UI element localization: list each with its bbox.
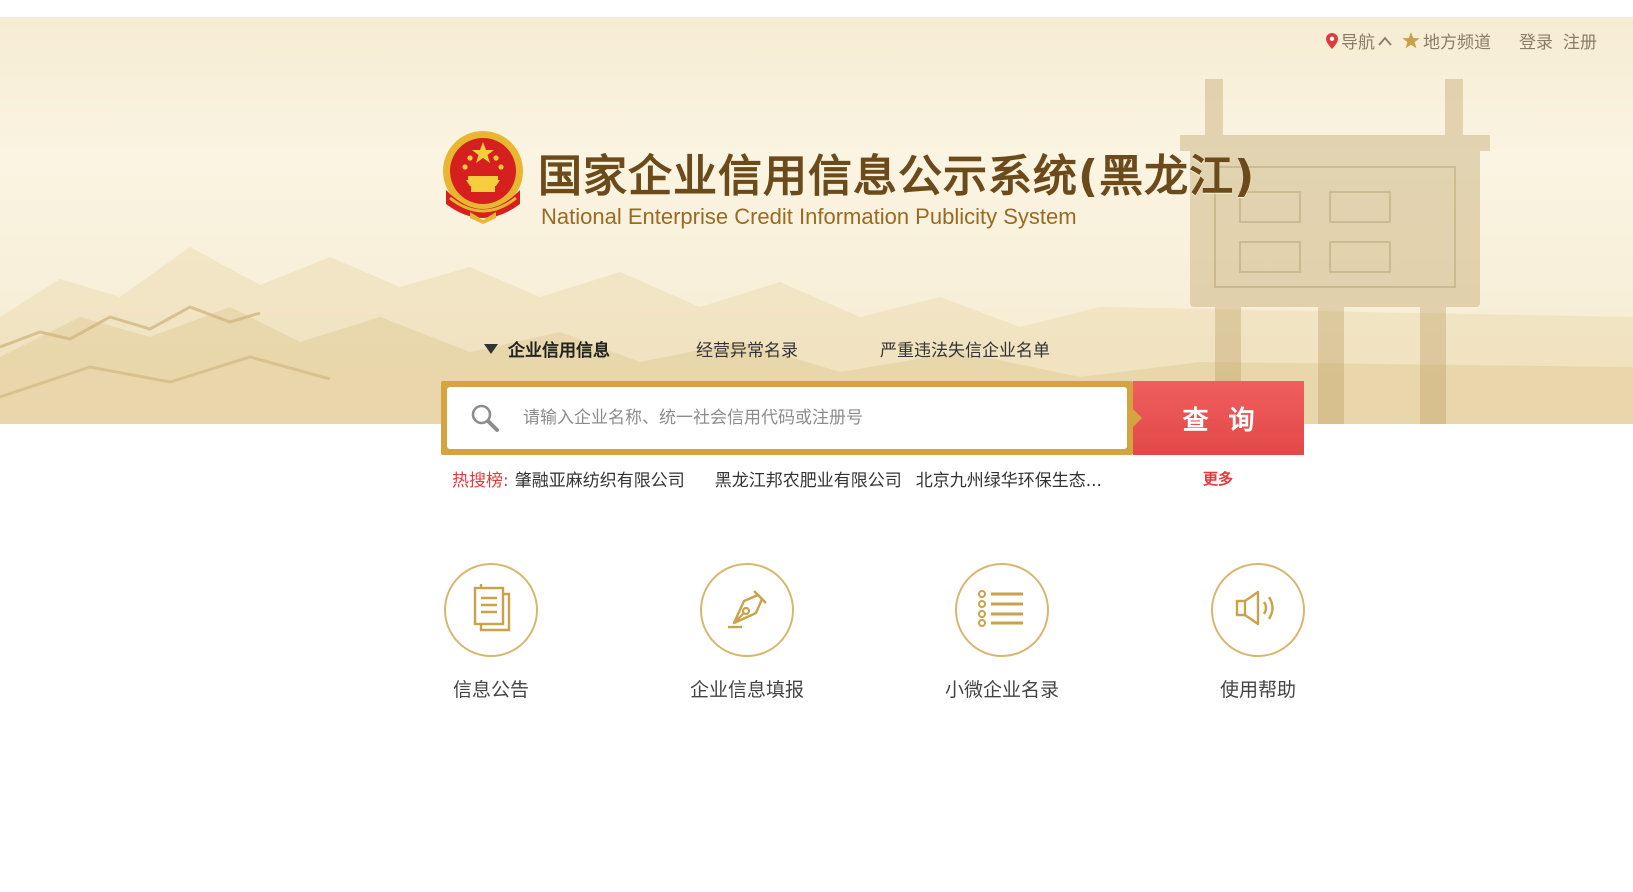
search-button[interactable]: 查询 — [1133, 381, 1304, 455]
hot-search-link[interactable]: 肇融亚麻纺织有限公司 — [515, 466, 685, 491]
feature-label: 信息公告 — [452, 679, 529, 701]
hot-searches-label: 热搜榜: — [452, 471, 509, 491]
page-title: 国家企业信用信息公示系统(黑龙江) — [538, 151, 1256, 202]
speaker-icon — [1234, 588, 1282, 632]
local-channel-link[interactable]: 地方频道 — [1402, 28, 1491, 53]
tab-serious-violation-list[interactable]: 严重违法失信企业名单 — [880, 336, 1050, 361]
search-tabs: 企业信用信息 经营异常名录 严重违法失信企业名单 — [484, 336, 1050, 361]
search-icon — [467, 400, 503, 436]
tab-enterprise-credit-info[interactable]: 企业信用信息 — [484, 336, 610, 361]
location-pin-icon — [1326, 32, 1338, 49]
search-bar: 查询 — [441, 381, 1304, 455]
top-bar: 导航 地方频道 登录 注册 — [1326, 28, 1597, 53]
document-icon — [469, 584, 513, 636]
page: 导航 地方频道 登录 注册 国家企业信用信息公示系统(黑龙江) National… — [0, 0, 1633, 892]
more-hot-searches-link[interactable]: 更多 — [1203, 468, 1233, 489]
feature-circle — [1211, 563, 1305, 657]
hot-searches: 热搜榜: 肇融亚麻纺织有限公司 黑龙江邦农肥业有限公司 北京九州绿华环保生态..… — [452, 466, 1102, 491]
feature-circle — [955, 563, 1049, 657]
star-icon — [1402, 32, 1420, 49]
feature-small-enterprise-list[interactable]: 小微企业名录 — [922, 563, 1082, 702]
feature-circle — [444, 563, 538, 657]
search-field-wrapper — [447, 387, 1127, 449]
hot-search-link[interactable]: 北京九州绿华环保生态... — [916, 466, 1102, 491]
channel-label: 地方频道 — [1423, 33, 1491, 53]
register-link[interactable]: 注册 — [1563, 28, 1597, 53]
list-icon — [977, 588, 1027, 632]
search-input[interactable] — [521, 397, 1127, 439]
feature-enterprise-report[interactable]: 企业信息填报 — [667, 563, 827, 702]
search-frame — [441, 381, 1133, 455]
nav-menu[interactable]: 导航 — [1326, 28, 1392, 53]
login-link[interactable]: 登录 — [1519, 28, 1553, 53]
page-subtitle: National Enterprise Credit Information P… — [541, 204, 1077, 229]
national-emblem-logo — [440, 128, 526, 224]
hot-search-link[interactable]: 黑龙江邦农肥业有限公司 — [715, 466, 902, 491]
nav-label: 导航 — [1341, 33, 1375, 53]
feature-label: 企业信息填报 — [689, 679, 804, 701]
feature-label: 小微企业名录 — [944, 679, 1059, 701]
feature-circle — [700, 563, 794, 657]
feature-help[interactable]: 使用帮助 — [1178, 563, 1338, 702]
tab-label: 经营异常名录 — [696, 341, 798, 361]
tab-abnormal-operation-list[interactable]: 经营异常名录 — [696, 336, 798, 361]
tab-label: 严重违法失信企业名单 — [880, 341, 1050, 361]
caret-up-icon — [1378, 36, 1392, 46]
triangle-down-icon — [484, 343, 498, 354]
feature-label: 使用帮助 — [1219, 679, 1296, 701]
feature-links: 信息公告 企业信息填报 小微企业名录 使用帮助 — [0, 563, 1633, 723]
feature-info-announcement[interactable]: 信息公告 — [411, 563, 571, 702]
pen-icon — [724, 585, 770, 635]
tab-label: 企业信用信息 — [508, 341, 610, 361]
